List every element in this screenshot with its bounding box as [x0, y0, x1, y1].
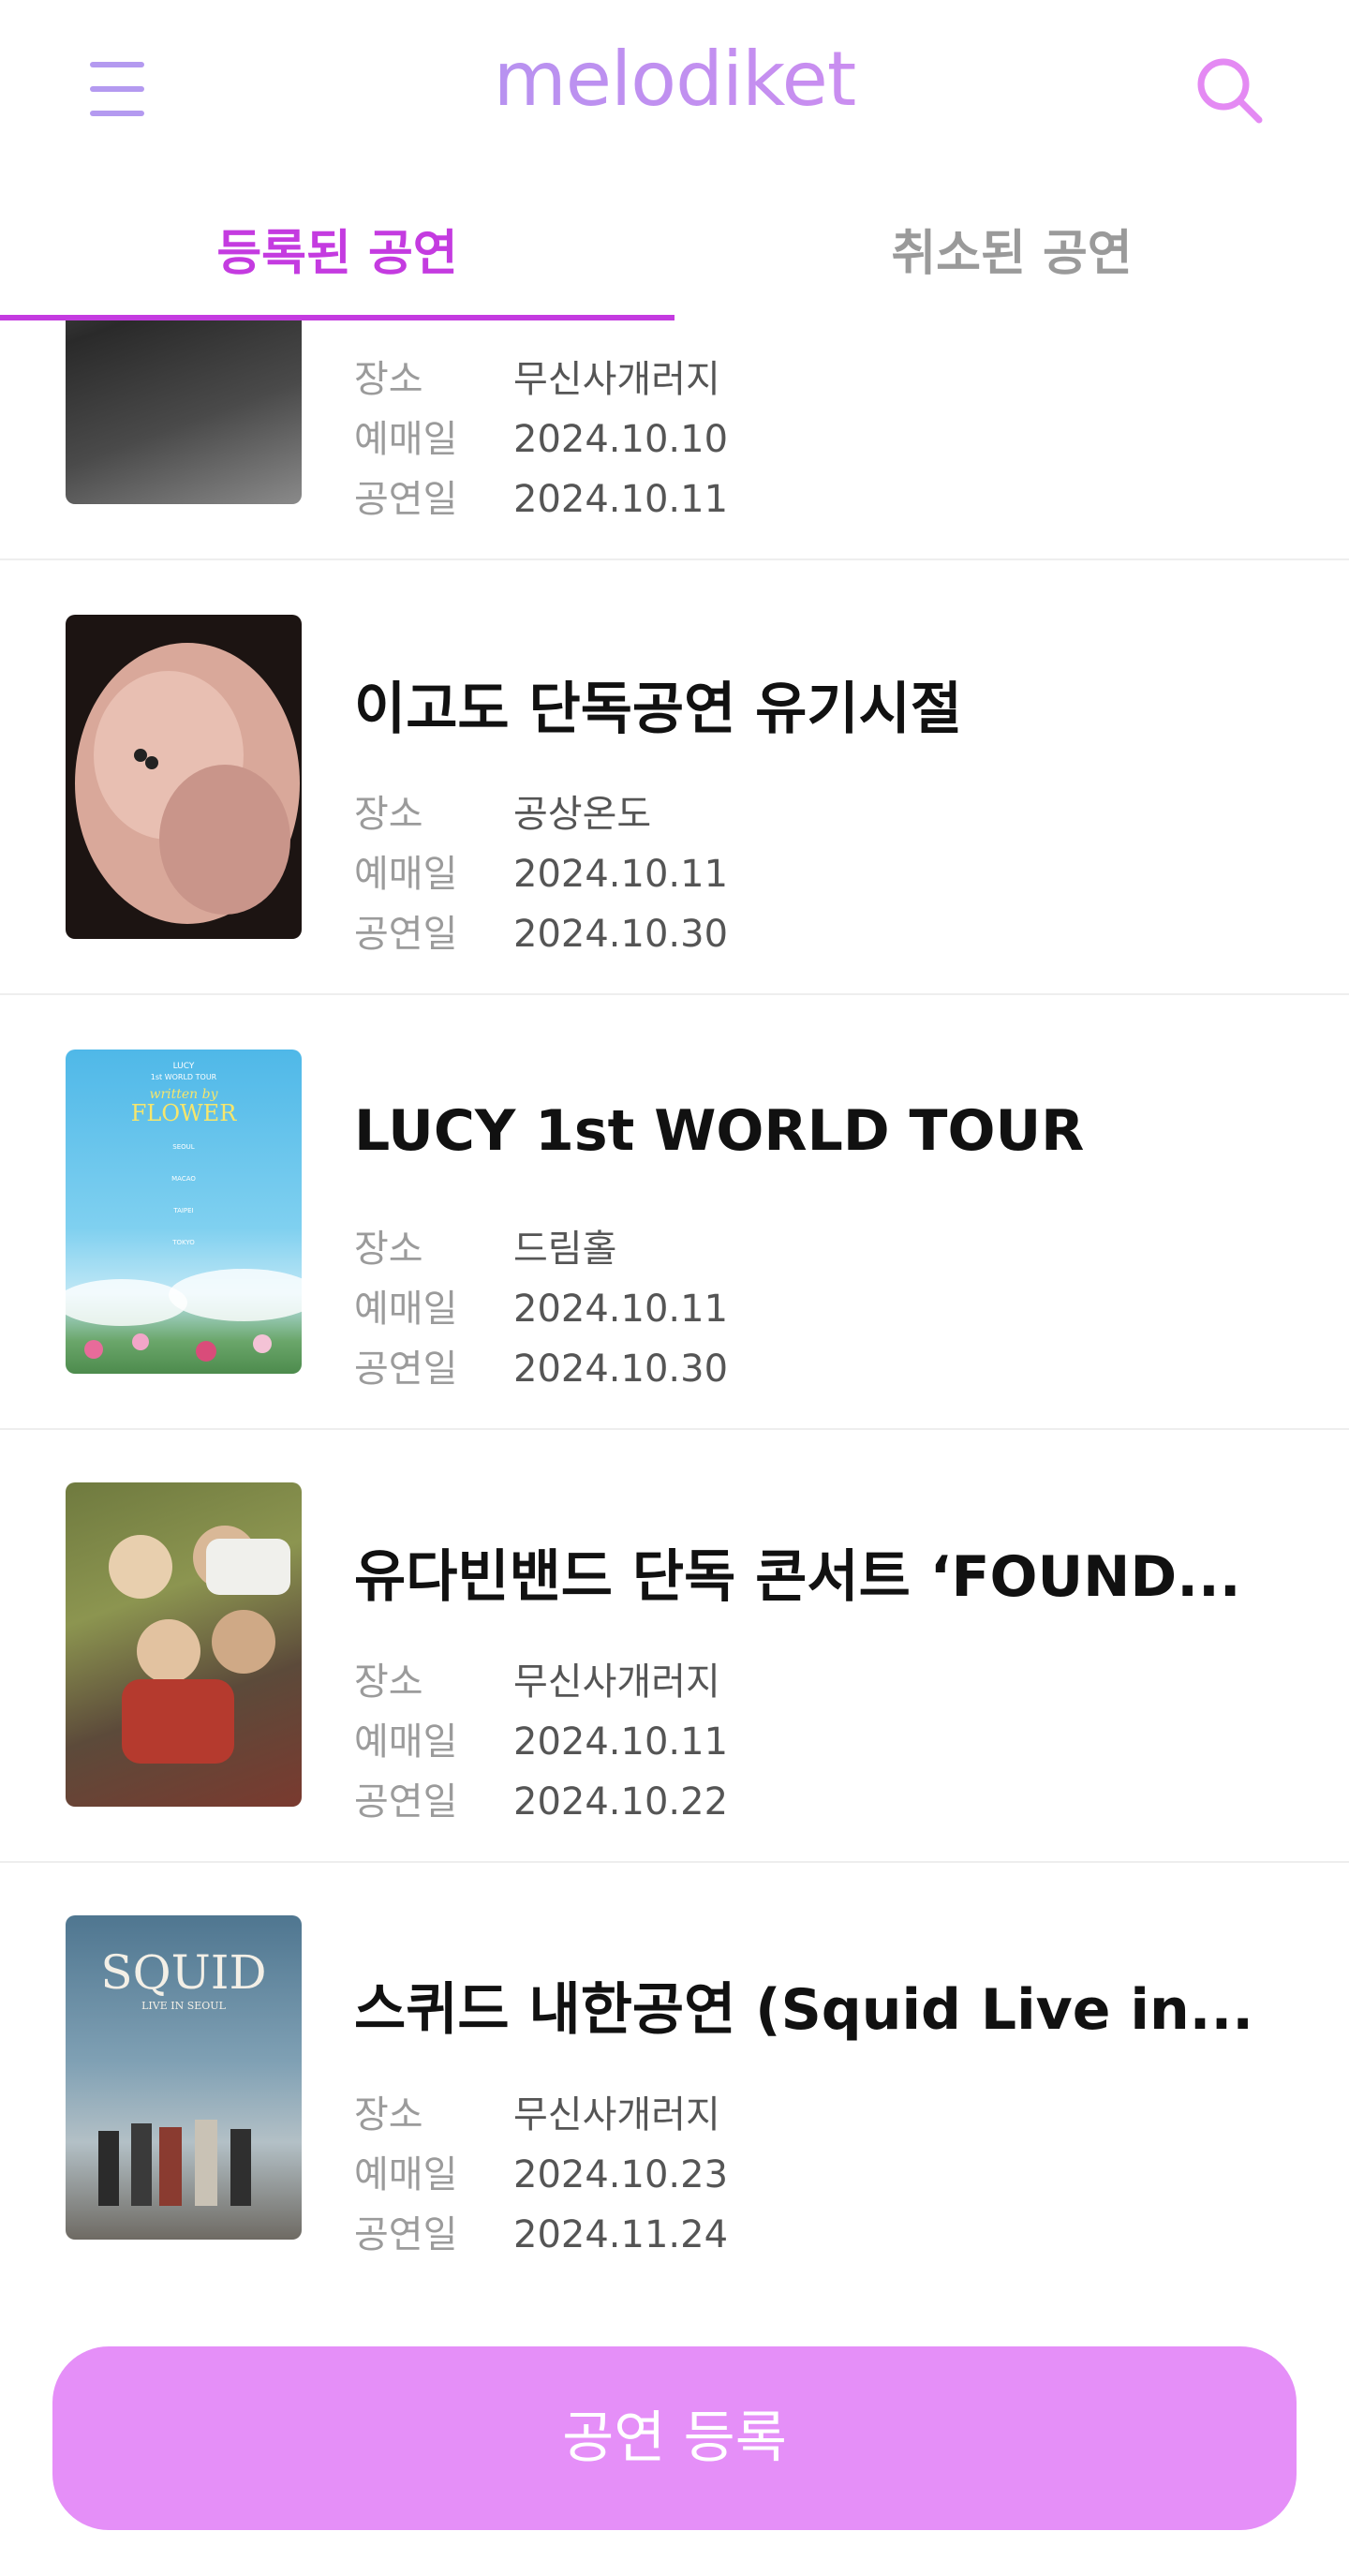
poster-text: 1st WORLD TOUR — [151, 1073, 217, 1081]
venue-label: 장소 — [354, 1228, 423, 1271]
show-date-label: 공연일 — [354, 1348, 458, 1391]
register-concert-button[interactable]: 공연 등록 — [52, 2346, 1297, 2530]
venue-value: 무신사개러지 — [513, 1660, 720, 1704]
poster-text: TAIPEI — [172, 1207, 193, 1214]
sale-date-label: 예매일 — [354, 418, 458, 461]
concert-poster — [66, 615, 302, 939]
concert-title: 유다빈밴드 단독 콘서트 ‘FOUND... — [354, 1544, 1241, 1610]
tab-registered[interactable]: 등록된 공연 — [0, 214, 674, 284]
tab-cancelled[interactable]: 취소된 공연 — [674, 214, 1349, 284]
tab-bar: 등록된 공연 취소된 공연 — [0, 187, 1349, 320]
venue-label: 장소 — [354, 2093, 423, 2137]
poster-text: SEOUL — [172, 1143, 194, 1151]
sale-date-value: 2024.10.23 — [513, 2153, 729, 2196]
tab-indicator — [0, 315, 674, 320]
bottom-bar: 공연 등록 — [0, 2286, 1349, 2576]
show-date-value: 2024.10.30 — [513, 913, 729, 956]
sale-date-label: 예매일 — [354, 1720, 458, 1764]
concert-poster — [66, 1482, 302, 1807]
concert-title: LUCY 1st WORLD TOUR — [354, 1098, 1085, 1164]
app-header: melodiket — [0, 0, 1349, 187]
sale-date-value: 2024.10.11 — [513, 853, 729, 896]
poster-text: SQUID — [100, 1945, 266, 2000]
show-date-label: 공연일 — [354, 478, 458, 521]
concert-item[interactable]: 이고도 단독공연 유기시절 장소 공상온도 예매일 2024.10.11 공연일 20… — [0, 560, 1349, 995]
poster-text: MACAO — [171, 1175, 196, 1183]
concert-item[interactable]: LUCY 1st WORLD TOUR written by FLOWER SE… — [0, 995, 1349, 1430]
venue-value: 드림홀 — [513, 1228, 617, 1271]
venue-value: 무신사개러지 — [513, 358, 720, 401]
venue-label: 장소 — [354, 1660, 423, 1704]
concert-title: 스퀴드 내한공연 (Squid Live in... — [354, 1977, 1254, 2043]
poster-text: TOKYO — [171, 1239, 195, 1246]
show-date-label: 공연일 — [354, 1780, 458, 1824]
show-date-value: 2024.10.11 — [513, 478, 729, 521]
concert-poster: LUCY 1st WORLD TOUR written by FLOWER SE… — [66, 1050, 302, 1374]
sale-date-value: 2024.10.11 — [513, 1288, 729, 1331]
poster-text: LUCY — [173, 1062, 195, 1071]
sale-date-label: 예매일 — [354, 2153, 458, 2196]
concert-item[interactable]: SQUID LIVE IN SEOUL 스퀴드 내한공연 (Squid Live… — [0, 1861, 1349, 2296]
poster-text: LIVE IN SEOUL — [141, 2000, 226, 2012]
venue-label: 장소 — [354, 358, 423, 401]
sale-date-value: 2024.10.10 — [513, 418, 729, 461]
show-date-label: 공연일 — [354, 913, 458, 956]
show-date-value: 2024.10.22 — [513, 1780, 729, 1824]
sale-date-label: 예매일 — [354, 1288, 458, 1331]
sale-date-label: 예매일 — [354, 853, 458, 896]
sale-date-value: 2024.10.11 — [513, 1720, 729, 1764]
app-title: melodiket — [0, 36, 1349, 123]
show-date-value: 2024.10.30 — [513, 1348, 729, 1391]
concert-item[interactable]: 유다빈밴드 단독 콘서트 ‘FOUND... 장소 무신사개러지 예매일 2024.… — [0, 1428, 1349, 1863]
concert-title: 이고도 단독공연 유기시절 — [354, 677, 962, 742]
venue-value: 공상온도 — [513, 793, 652, 836]
show-date-label: 공연일 — [354, 2213, 458, 2256]
concert-poster: SQUID LIVE IN SEOUL — [66, 1915, 302, 2240]
poster-text: FLOWER — [131, 1100, 237, 1126]
show-date-value: 2024.11.24 — [513, 2213, 729, 2256]
search-icon[interactable] — [1192, 52, 1267, 127]
venue-label: 장소 — [354, 793, 423, 836]
venue-value: 무신사개러지 — [513, 2093, 720, 2137]
